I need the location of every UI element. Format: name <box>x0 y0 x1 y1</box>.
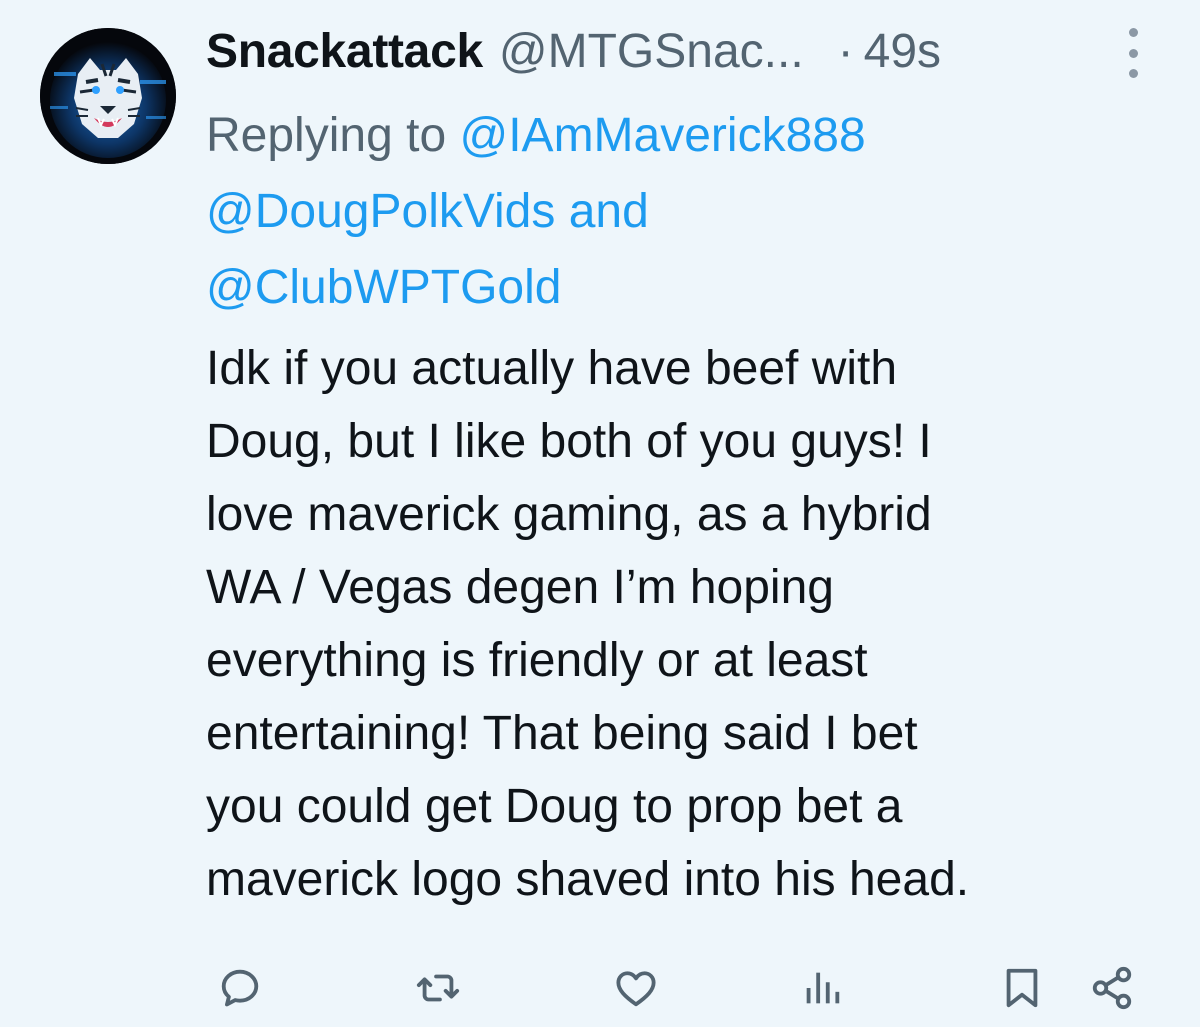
tweet-text-line: everything is friendly or at least <box>206 634 868 687</box>
retweet-icon <box>416 974 460 1002</box>
views-button[interactable] <box>794 960 850 1016</box>
mention-link[interactable]: @IAmMaverick888 <box>459 109 865 162</box>
mention-conjunction: and <box>568 185 649 238</box>
share-icon <box>1092 966 1132 1010</box>
tweet-text-line: entertaining! That being said I bet <box>206 707 918 760</box>
more-vertical-icon[interactable] <box>1116 28 1150 78</box>
reply-line: @ClubWPTGold <box>206 250 1086 326</box>
tweet-text-line: love maverick gaming, as a hybrid <box>206 488 932 541</box>
tweet-text-line: WA / Vegas degen I’m hoping <box>206 561 834 614</box>
mention-link[interactable]: @DougPolkVids <box>206 185 555 238</box>
tweet-timestamp[interactable]: 49s <box>864 22 941 82</box>
author-display-name[interactable]: Snackattack <box>206 22 483 82</box>
author-handle[interactable]: @MTGSnac... <box>499 22 804 82</box>
more-dot <box>1128 48 1138 58</box>
mention-link[interactable]: @ClubWPTGold <box>206 261 561 314</box>
tweet-text-line: Doug, but I like both of you guys! I <box>206 415 932 468</box>
views-icon <box>806 972 840 1004</box>
tweet[interactable]: Snackattack @MTGSnac... · 49s Replying t… <box>0 0 1200 1027</box>
retweet-button[interactable] <box>410 960 466 1016</box>
tweet-text-line: Idk if you actually have beef with <box>206 342 898 395</box>
more-dot <box>1128 69 1138 78</box>
reply-line: @DougPolkVids and <box>206 174 1086 250</box>
tweet-text-line: maverick logo shaved into his head. <box>206 853 970 906</box>
share-button[interactable] <box>1084 960 1140 1016</box>
bookmark-icon <box>1006 968 1038 1008</box>
heart-icon <box>616 971 656 1007</box>
reply-icon <box>221 969 259 1007</box>
bookmark-button[interactable] <box>994 960 1050 1016</box>
like-button[interactable] <box>608 960 664 1016</box>
tweet-header: Snackattack @MTGSnac... · 49s <box>206 22 1166 82</box>
tweet-text-line: you could get Doug to prop bet a <box>206 780 903 833</box>
tweet-text: Idk if you actually have beef with Doug,… <box>206 332 1166 916</box>
replying-to: Replying to @IAmMaverick888 @DougPolkVid… <box>206 98 1086 326</box>
action-bar <box>200 960 1160 1020</box>
reply-button[interactable] <box>212 960 268 1016</box>
replying-to-label: Replying to <box>206 109 447 162</box>
reply-line: Replying to @IAmMaverick888 <box>206 98 1086 174</box>
more-dot <box>1128 28 1138 37</box>
tiger-avatar[interactable] <box>40 28 176 164</box>
separator-dot: · <box>837 25 854 78</box>
tiger-icon <box>40 28 176 164</box>
